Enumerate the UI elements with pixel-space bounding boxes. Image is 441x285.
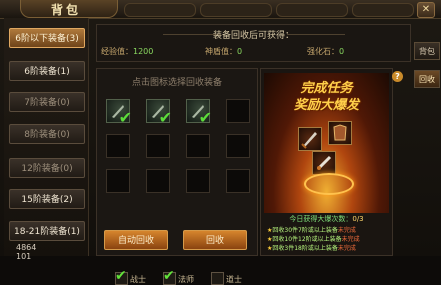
equipment-slot[interactable] xyxy=(226,169,250,193)
selected-check-icon: ✔ xyxy=(118,108,132,127)
sword-icon xyxy=(301,132,317,149)
reward-count-value: 0/3 xyxy=(352,215,364,223)
sidebar-item-tier-6[interactable]: 6阶装备(1) xyxy=(9,61,85,81)
sidebar-item-tier-12[interactable]: 12阶装备(0) xyxy=(9,158,85,178)
tab-bag[interactable]: 背包 xyxy=(414,42,440,60)
reward-armor-icon xyxy=(328,121,352,145)
reward-title-line2: 奖励大爆发 xyxy=(293,98,359,113)
armor-icon xyxy=(333,124,347,141)
category-sidebar: 6阶以下装备(3) 6阶装备(1) 7阶装备(0) 8阶装备(0) 12阶装备(… xyxy=(4,18,89,261)
yield-title: 装备回收后可获得： xyxy=(212,31,294,41)
selected-check-icon: ✔ xyxy=(158,108,172,127)
title-ornament xyxy=(276,3,348,17)
shield-value: 0 xyxy=(237,47,243,56)
exp-stat: 经验值：1200 xyxy=(101,46,153,57)
bottom-value: 4864 xyxy=(16,243,37,252)
reward-task-line: ★回收30件7阶或以上装备未完成 xyxy=(267,225,356,234)
recycle-window: 背包 ✕ 6阶以下装备(3) 6阶装备(1) 7阶装备(0) 8阶装备(0) 1… xyxy=(0,0,441,285)
equipment-slot[interactable] xyxy=(186,134,210,158)
check-icon: ✔ xyxy=(115,268,127,284)
recycle-yield-panel: 装备回收后可获得： 经验值：1200 神盾值：0 强化石：0 xyxy=(96,24,411,62)
stone-stat: 强化石：0 xyxy=(307,46,344,57)
reward-task-line: ★回收3件18阶或以上装备未完成 xyxy=(267,243,356,252)
sidebar-item-below-6[interactable]: 6阶以下装备(3) xyxy=(9,28,85,48)
sidebar-item-tier-15[interactable]: 15阶装备(2) xyxy=(9,189,85,209)
filter-taoist-label: 道士 xyxy=(226,275,242,284)
filter-mage-checkbox[interactable]: ✔ xyxy=(163,268,176,285)
bottom-value: 101 xyxy=(16,252,32,261)
sidebar-item-tier-8[interactable]: 8阶装备(0) xyxy=(9,124,85,144)
reward-panel: 完成任务 奖励大爆发 今日获得大爆次数：0/3 ★回收30件7阶或以上装备未完成… xyxy=(260,68,393,256)
reward-task-line: ★回收10件12阶或以上装备未完成 xyxy=(267,234,360,243)
filter-warrior-label: 战士 xyxy=(130,275,146,284)
filter-warrior-checkbox[interactable]: ✔ xyxy=(115,268,128,285)
equipment-slot[interactable] xyxy=(106,169,130,193)
equipment-slot[interactable] xyxy=(106,134,130,158)
sidebar-item-tier-7[interactable]: 7阶装备(0) xyxy=(9,92,85,112)
exp-value: 1200 xyxy=(133,47,154,56)
reward-task-status: 未完成 xyxy=(337,245,356,252)
grid-instruction: 点击图标选择回收装备 xyxy=(131,78,222,88)
tab-recycle[interactable]: 回收 xyxy=(414,70,440,88)
shield-label: 神盾值： xyxy=(205,47,237,56)
equipment-grid-panel: 点击图标选择回收装备 ✔ ✔ ✔ ✔ 战士 ✔ 法师 道士 xyxy=(96,68,258,285)
stone-value: 0 xyxy=(339,47,345,56)
equipment-slot[interactable]: ✔ xyxy=(106,99,132,127)
equipment-slot[interactable] xyxy=(226,134,250,158)
help-icon[interactable]: ? xyxy=(392,71,403,82)
title-ornament xyxy=(352,3,414,17)
window-title: 背包 xyxy=(51,3,82,17)
close-icon[interactable]: ✕ xyxy=(417,2,435,18)
filter-taoist-checkbox[interactable] xyxy=(211,272,224,285)
sidebar-item-tier-18-21[interactable]: 18-21阶装备(1) xyxy=(9,221,85,241)
equipment-slot[interactable] xyxy=(146,169,170,193)
reward-weapon-icon xyxy=(312,151,336,175)
fire-ring xyxy=(304,173,354,195)
equipment-slot[interactable] xyxy=(226,99,250,123)
reward-task-text: 回收10件12阶或以上装备 xyxy=(272,236,342,243)
blade-icon xyxy=(316,155,332,171)
reward-banner: 完成任务 奖励大爆发 xyxy=(264,73,389,213)
equipment-slot[interactable] xyxy=(146,134,170,158)
title-bar: 背包 ✕ xyxy=(0,0,441,19)
selected-check-icon: ✔ xyxy=(198,108,212,127)
title-ornament xyxy=(200,3,272,17)
check-icon: ✔ xyxy=(163,268,175,284)
filter-mage-label: 法师 xyxy=(178,275,194,284)
equipment-slot[interactable]: ✔ xyxy=(186,99,212,127)
reward-task-text: 回收3件18阶或以上装备 xyxy=(272,245,338,252)
reward-sword-icon xyxy=(298,127,322,151)
auto-recycle-button[interactable]: 自动回收 xyxy=(104,230,168,250)
reward-task-status: 未完成 xyxy=(341,236,360,243)
window-title-tab: 背包 xyxy=(20,0,118,18)
title-ornament xyxy=(124,3,196,17)
reward-task-status: 未完成 xyxy=(337,227,356,234)
exp-label: 经验值： xyxy=(101,47,133,56)
reward-count-label: 今日获得大爆次数： xyxy=(289,215,353,223)
equipment-slot[interactable] xyxy=(186,169,210,193)
stone-label: 强化石： xyxy=(307,47,339,56)
shield-stat: 神盾值：0 xyxy=(205,46,242,57)
reward-task-text: 回收30件7阶或以上装备 xyxy=(272,227,338,234)
reward-count: 今日获得大爆次数：0/3 xyxy=(261,214,392,224)
recycle-button[interactable]: 回收 xyxy=(183,230,247,250)
equipment-slot[interactable]: ✔ xyxy=(146,99,172,127)
